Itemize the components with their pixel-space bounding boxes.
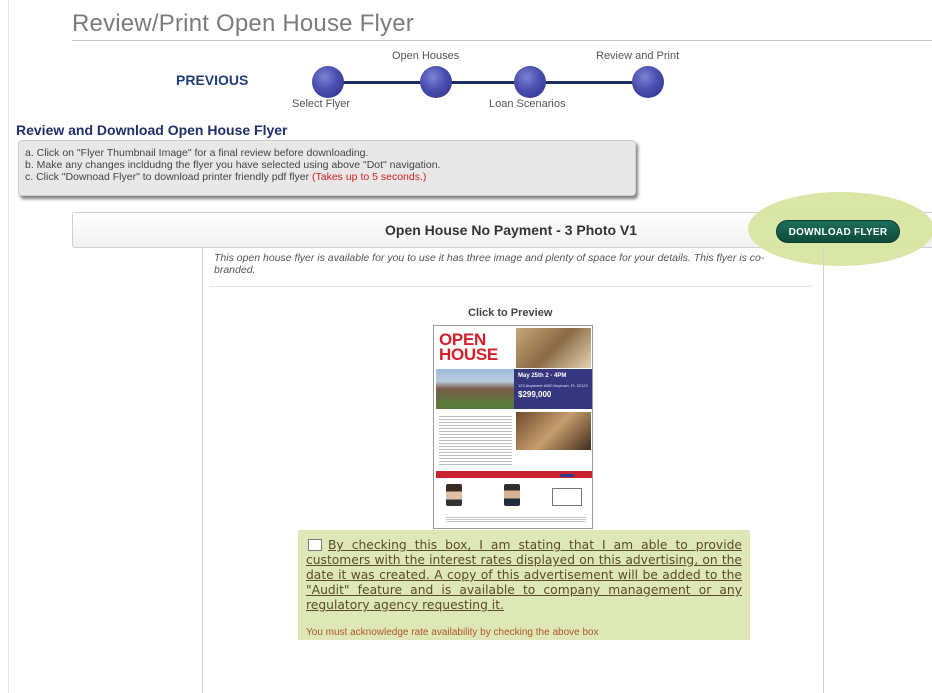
thumbnail-date: May 25th 2 - 4PM [518, 373, 567, 379]
instruction-c-text: c. Click "Downoad Flyer" to download pri… [25, 171, 312, 183]
section-heading: Review and Download Open House Flyer [16, 122, 288, 138]
flyer-name: Open House No Payment - 3 Photo V1 [385, 222, 638, 238]
thumbnail-text-block [439, 414, 512, 466]
step-label-review-and-print: Review and Print [596, 50, 680, 62]
instructions-box: a. Click on "Flyer Thumbnail Image" for … [18, 140, 636, 196]
instruction-c: c. Click "Downoad Flyer" to download pri… [25, 171, 629, 183]
thumbnail-partner-logo [552, 488, 582, 506]
acknowledgement-checkbox[interactable] [308, 539, 322, 551]
thumbnail-loan-officer-photo [504, 484, 520, 506]
thumbnail-kitchen-photo [516, 328, 591, 368]
thumbnail-details-panel: May 25th 2 - 4PM 123 Anystreet #000 Anyt… [514, 369, 592, 409]
flyer-description: This open house flyer is available for y… [214, 252, 765, 276]
description-divider [210, 286, 812, 287]
click-to-preview-label[interactable]: Click to Preview [468, 307, 552, 319]
thumbnail-headline-line-2: HOUSE [439, 345, 498, 364]
download-flyer-button[interactable]: DOWNLOAD FLYER [776, 220, 900, 243]
instruction-c-note: (Takes up to 5 seconds.) [312, 171, 427, 183]
flyer-thumbnail[interactable]: OPEN HOUSE May 25th 2 - 4PM 123 Anystree… [433, 325, 593, 529]
thumbnail-living-room-photo [516, 412, 591, 450]
step-dot-select-flyer[interactable] [312, 66, 344, 98]
thumbnail-flag-icon [560, 471, 574, 477]
step-dot-loan-scenarios[interactable] [514, 66, 546, 98]
step-connector-line [328, 81, 648, 84]
step-label-select-flyer: Select Flyer [292, 98, 351, 110]
acknowledgement-text: By checking this box, I am stating that … [306, 538, 742, 612]
step-label-open-houses: Open Houses [392, 50, 460, 62]
acknowledgement-warning: You must acknowledge rate availability b… [306, 627, 599, 638]
page-title: Review/Print Open House Flyer [72, 10, 414, 37]
left-border [8, 0, 9, 693]
thumbnail-agent-photo [446, 484, 462, 506]
thumbnail-headline: OPEN HOUSE [439, 331, 498, 364]
step-dot-open-houses[interactable] [420, 66, 452, 98]
instruction-a: a. Click on "Flyer Thumbnail Image" for … [25, 147, 369, 159]
thumbnail-disclaimer [446, 516, 586, 522]
previous-button[interactable]: PREVIOUS [176, 72, 248, 88]
step-dot-review-and-print[interactable] [632, 66, 664, 98]
step-label-loan-scenarios: Loan Scenarios [489, 98, 566, 110]
thumbnail-price: $299,000 [518, 390, 552, 399]
thumbnail-address: 123 Anystreet #000 Anytown, FL 32123 [518, 383, 588, 388]
thumbnail-house-photo [436, 369, 514, 409]
title-divider [72, 40, 932, 41]
instruction-b: b. Make any changes incldudng the flyer … [25, 159, 441, 171]
